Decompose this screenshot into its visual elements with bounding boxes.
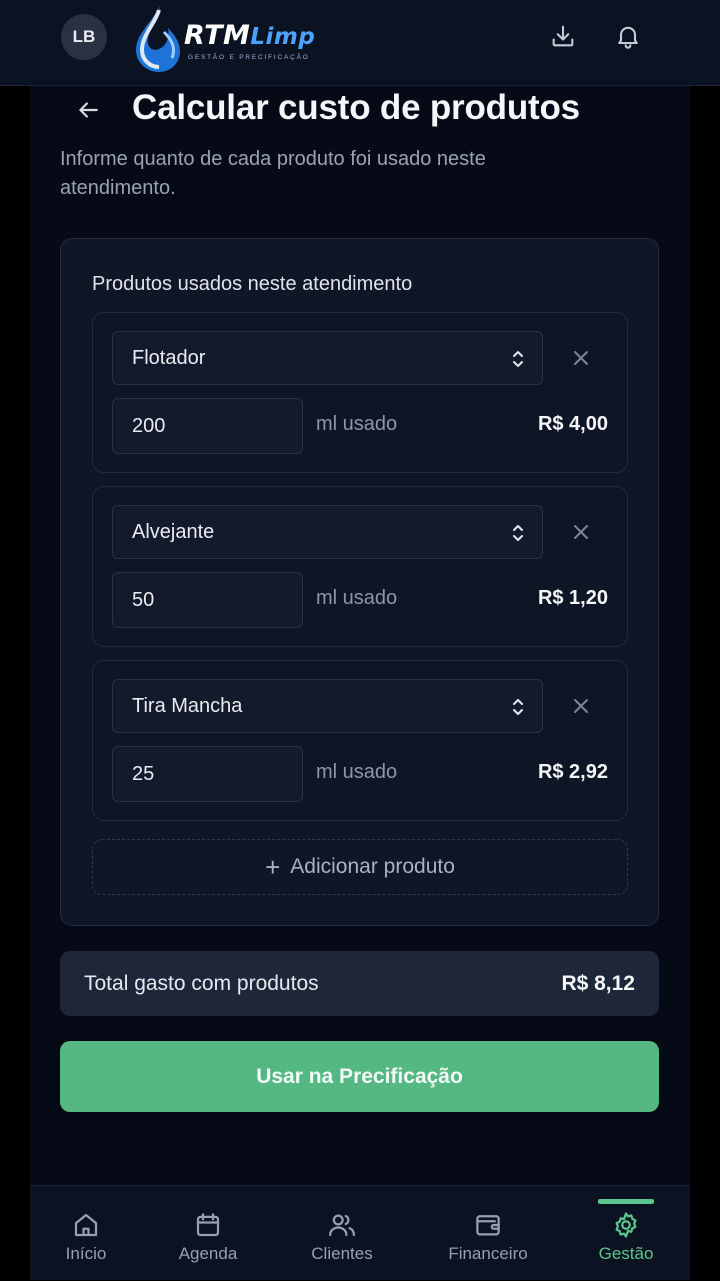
wallet-icon	[476, 1215, 500, 1236]
product-cost: R$ 1,20	[537, 587, 608, 609]
add-product-button[interactable]: + Adicionar produto	[92, 839, 628, 895]
users-icon	[329, 1214, 355, 1237]
plus-icon: +	[265, 852, 281, 882]
product-cost: R$ 4,00	[537, 413, 608, 435]
product-select-value: Alvejante	[132, 520, 215, 543]
bell-icon	[618, 26, 638, 49]
logo-accent-text: Limp	[250, 24, 316, 50]
products-card: Produtos usados neste atendimento Flotad…	[60, 238, 659, 926]
product-select[interactable]: Flotador	[112, 331, 543, 385]
nav-label: Financeiro	[448, 1244, 528, 1263]
product-row: Alvejante 50 ml usado R$ 1,20	[92, 486, 628, 647]
nav-label: Gestão	[598, 1244, 654, 1263]
page-subtitle: Informe quanto de cada produto foi usado…	[60, 148, 486, 199]
unit-label: ml usado	[316, 761, 398, 783]
quantity-input[interactable]: 50	[112, 572, 303, 628]
unit-label: ml usado	[316, 587, 398, 609]
close-icon	[574, 525, 588, 539]
total-value: R$ 8,12	[561, 972, 635, 995]
quantity-input[interactable]: 200	[112, 398, 303, 454]
close-icon	[574, 351, 588, 365]
nav-item-inicio[interactable]: Início	[56, 1186, 116, 1281]
nav-item-gestao[interactable]: Gestão	[592, 1186, 660, 1281]
logo-wordmark: RTMLimp	[184, 20, 315, 51]
avatar[interactable]: LB	[61, 14, 107, 60]
calendar-icon	[196, 1213, 220, 1237]
quantity-input[interactable]: 25	[112, 746, 303, 802]
add-product-label: Adicionar produto	[290, 855, 455, 878]
logo-tagline: GESTÃO E PRECIFICAÇÃO	[188, 54, 310, 61]
logo-main-text: RTM	[184, 20, 251, 51]
remove-product-button[interactable]	[569, 694, 593, 718]
download-button[interactable]	[543, 16, 583, 56]
notifications-button[interactable]	[608, 16, 648, 56]
nav-item-agenda[interactable]: Agenda	[172, 1186, 244, 1281]
chevron-up-down-icon	[513, 699, 523, 715]
page-title: Calcular custo de produtos	[132, 88, 580, 127]
product-select-value: Tira Mancha	[132, 694, 243, 717]
total-label: Total gasto com produtos	[84, 972, 319, 995]
use-in-pricing-button[interactable]: Usar na Precificação	[60, 1041, 659, 1112]
close-icon	[574, 699, 588, 713]
unit-label: ml usado	[316, 413, 398, 435]
product-select[interactable]: Alvejante	[112, 505, 543, 559]
product-select[interactable]: Tira Mancha	[112, 679, 543, 733]
bottom-navigation: Início Agenda Clientes Financeiro Gestão	[30, 1185, 690, 1280]
nav-label: Clientes	[311, 1244, 373, 1263]
gear-icon	[615, 1212, 637, 1238]
nav-label: Início	[65, 1244, 107, 1263]
chevron-up-down-icon	[513, 351, 523, 367]
home-icon	[74, 1213, 98, 1237]
remove-product-button[interactable]	[569, 346, 593, 370]
remove-product-button[interactable]	[569, 520, 593, 544]
product-row: Flotador 200 ml usado R$ 4,00	[92, 312, 628, 473]
nav-item-clientes[interactable]: Clientes	[302, 1186, 382, 1281]
arrow-left-icon	[79, 102, 98, 118]
nav-label: Agenda	[178, 1244, 238, 1263]
products-section-title: Produtos usados neste atendimento	[92, 273, 413, 295]
total-summary: Total gasto com produtos R$ 8,12	[60, 951, 659, 1016]
nav-item-financeiro[interactable]: Financeiro	[438, 1186, 538, 1281]
product-select-value: Flotador	[132, 346, 206, 369]
water-drop-logo-icon	[136, 6, 180, 72]
top-header: LB RTMLimp GESTÃO E PRECIFICAÇÃO	[0, 0, 720, 86]
product-row: Tira Mancha 25 ml usado R$ 2,92	[92, 660, 628, 821]
chevron-up-down-icon	[513, 525, 523, 541]
download-icon	[552, 25, 574, 47]
app-logo: RTMLimp GESTÃO E PRECIFICAÇÃO	[128, 2, 340, 74]
product-cost: R$ 2,92	[537, 761, 608, 783]
back-button[interactable]	[70, 92, 106, 128]
